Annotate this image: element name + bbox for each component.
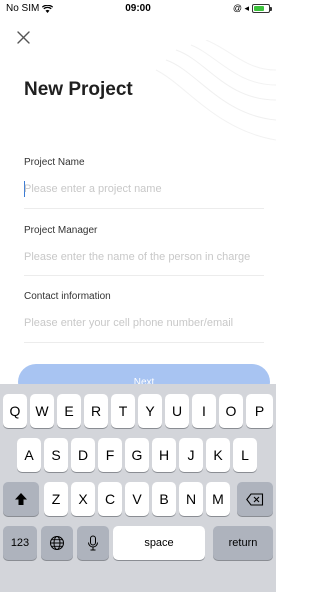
key-r[interactable]: R <box>84 394 108 428</box>
key-s[interactable]: S <box>44 438 68 472</box>
key-p[interactable]: P <box>246 394 273 428</box>
key-y[interactable]: Y <box>138 394 162 428</box>
key-a[interactable]: A <box>17 438 41 472</box>
project-name-input[interactable] <box>24 178 264 200</box>
key-e[interactable]: E <box>57 394 81 428</box>
key-q[interactable]: Q <box>3 394 27 428</box>
key-i[interactable]: I <box>192 394 216 428</box>
status-bar: No SIM 09:00 @ ◂ <box>0 0 276 20</box>
key-u[interactable]: U <box>165 394 189 428</box>
status-right: @ ◂ <box>232 3 272 14</box>
contact-info-label: Contact information <box>24 291 111 302</box>
key-b[interactable]: B <box>152 482 176 516</box>
shift-key[interactable] <box>3 482 39 516</box>
backspace-icon <box>246 492 264 506</box>
microphone-key[interactable] <box>77 526 109 560</box>
shift-icon <box>15 493 27 505</box>
key-m[interactable]: M <box>206 482 230 516</box>
divider <box>24 342 264 343</box>
delete-key[interactable] <box>237 482 273 516</box>
project-manager-input[interactable] <box>24 246 264 268</box>
close-button[interactable] <box>14 28 34 48</box>
key-o[interactable]: O <box>219 394 243 428</box>
key-d[interactable]: D <box>71 438 95 472</box>
close-icon <box>17 31 30 44</box>
return-key[interactable]: return <box>213 526 273 560</box>
key-h[interactable]: H <box>152 438 176 472</box>
divider <box>24 208 264 209</box>
page-title: New Project <box>24 79 133 100</box>
key-w[interactable]: W <box>30 394 54 428</box>
key-l[interactable]: L <box>233 438 257 472</box>
status-symbols: @ ◂ <box>232 3 249 13</box>
key-c[interactable]: C <box>98 482 122 516</box>
key-z[interactable]: Z <box>44 482 68 516</box>
divider <box>24 275 264 276</box>
project-name-label: Project Name <box>24 157 85 168</box>
project-manager-label: Project Manager <box>24 225 98 236</box>
keyboard: Q W E R T Y U I O P A S D F G H J K L Z … <box>0 384 276 592</box>
key-g[interactable]: G <box>125 438 149 472</box>
key-t[interactable]: T <box>111 394 135 428</box>
header-decoration <box>155 40 276 141</box>
globe-icon <box>50 536 64 550</box>
key-n[interactable]: N <box>179 482 203 516</box>
key-v[interactable]: V <box>125 482 149 516</box>
microphone-icon <box>88 535 98 551</box>
key-f[interactable]: F <box>98 438 122 472</box>
key-k[interactable]: K <box>206 438 230 472</box>
space-key[interactable]: space <box>113 526 205 560</box>
key-j[interactable]: J <box>179 438 203 472</box>
key-x[interactable]: X <box>71 482 95 516</box>
globe-key[interactable] <box>41 526 73 560</box>
contact-info-input[interactable] <box>24 312 264 334</box>
battery-icon <box>252 4 272 13</box>
numbers-key[interactable]: 123 <box>3 526 37 560</box>
